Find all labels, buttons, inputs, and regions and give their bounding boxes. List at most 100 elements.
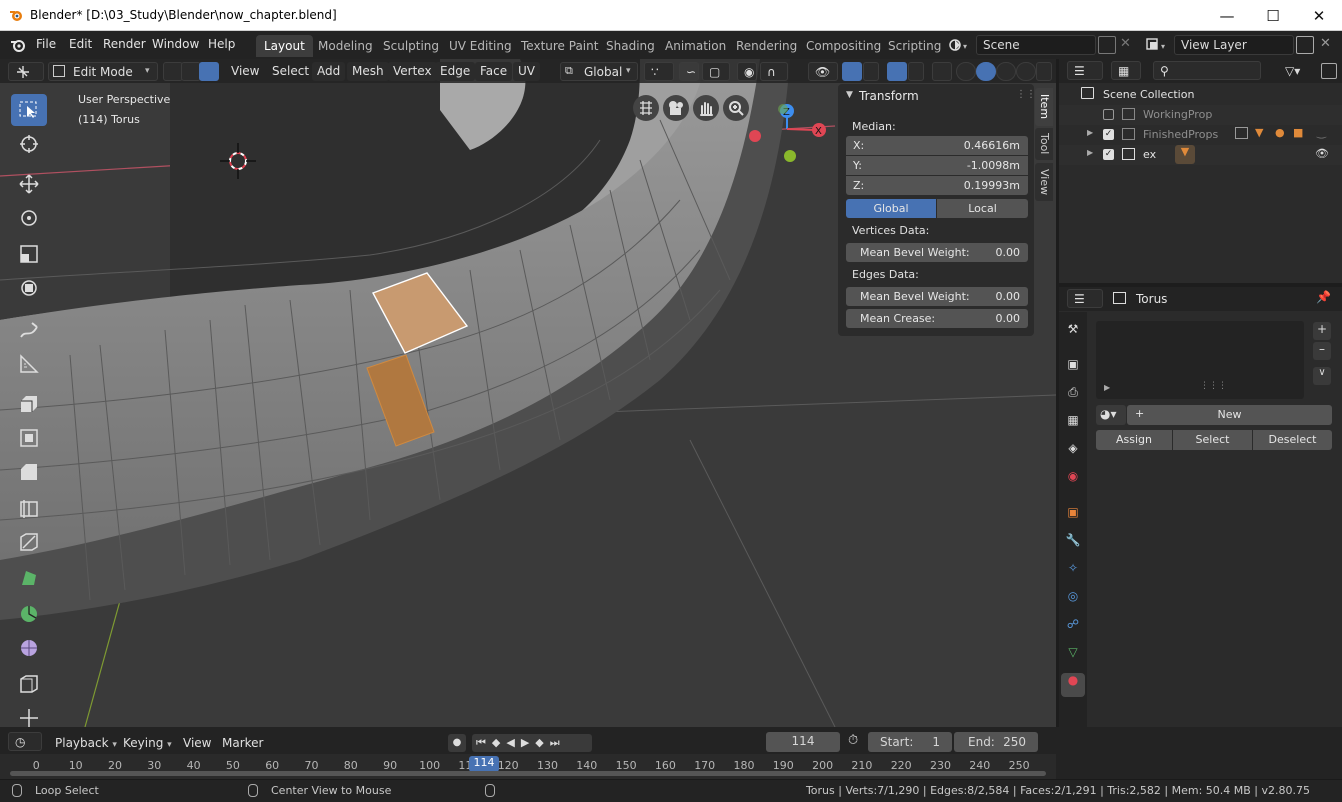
menu-timeline-view[interactable]: View [178, 734, 216, 753]
mean-crease-field[interactable]: Mean Crease: 0.00 [846, 309, 1028, 328]
end-frame-field[interactable]: End: 250 [954, 732, 1038, 752]
scene-tab-icon[interactable]: ◈ [1061, 441, 1085, 465]
outliner-row-ex[interactable]: ▶ ✓ ex ▼ 👁 [1059, 145, 1342, 165]
menu-marker[interactable]: Marker [217, 734, 268, 753]
snap-toggle-icon[interactable]: ∽ [679, 62, 699, 81]
particles-tab-icon[interactable]: ✧ [1061, 561, 1085, 585]
blender-menu-icon[interactable] [10, 38, 26, 52]
tab-modeling[interactable]: Modeling [310, 35, 381, 57]
scene-field[interactable]: Scene [976, 35, 1096, 55]
add-slot-button[interactable]: + [1313, 322, 1331, 340]
rendered-shading-icon[interactable] [1016, 62, 1036, 81]
menu-file[interactable]: File [36, 37, 56, 51]
loop-cut-tool[interactable] [11, 492, 47, 524]
expand-arrow-icon[interactable]: ▶ [1087, 148, 1093, 157]
world-tab-icon[interactable]: ◉ [1061, 469, 1085, 493]
menu-vertex[interactable]: Vertex [388, 62, 437, 81]
minimize-button[interactable]: — [1204, 0, 1250, 31]
timeline-editor-type-icon[interactable]: ◷ [8, 732, 42, 751]
measure-tool[interactable] [11, 348, 47, 380]
include-checkbox[interactable]: ✓ [1103, 149, 1114, 160]
deselect-button[interactable]: Deselect [1253, 430, 1332, 450]
menu-face[interactable]: Face [475, 62, 513, 81]
scale-tool[interactable] [11, 238, 47, 270]
edge-slide-tool[interactable] [11, 668, 47, 700]
menu-render[interactable]: Render [103, 37, 146, 51]
expand-arrow-icon[interactable]: ▶ [1087, 128, 1093, 137]
rotate-tool[interactable] [11, 202, 47, 234]
inset-tool[interactable] [11, 422, 47, 454]
physics-tab-icon[interactable]: ◎ [1061, 589, 1085, 613]
tab-texture-paint[interactable]: Texture Paint [513, 35, 606, 57]
y-field[interactable]: Y: -1.0098m [846, 156, 1028, 175]
knife-tool[interactable] [11, 526, 47, 558]
tab-item[interactable]: Item [1035, 88, 1053, 126]
tab-rendering[interactable]: Rendering [728, 35, 805, 57]
playback-controls[interactable]: ⏮◆◀▶◆⏭ [472, 734, 592, 752]
visibility-icon[interactable]: 👁 [808, 62, 838, 81]
menu-playback[interactable]: Playback ▾ [50, 734, 122, 753]
menu-add[interactable]: Add [312, 62, 346, 81]
record-icon[interactable]: ● [448, 734, 466, 752]
pin-icon[interactable]: 📌 [1316, 290, 1331, 304]
edge-bevel-weight-field[interactable]: Mean Bevel Weight: 0.00 [846, 287, 1028, 306]
material-shading-icon[interactable] [996, 62, 1016, 81]
orientation-selector[interactable]: ⧉ Global ▾ [560, 62, 638, 81]
properties-editor-type-icon[interactable]: ☰ [1067, 289, 1103, 308]
menu-window[interactable]: Window [152, 37, 199, 51]
face-select-icon[interactable] [199, 62, 219, 81]
solid-shading-icon[interactable] [976, 62, 996, 81]
axis-gizmo[interactable]: Z X [745, 99, 830, 169]
menu-mesh[interactable]: Mesh [347, 62, 389, 81]
editor-type-selector[interactable] [8, 62, 44, 81]
global-toggle[interactable]: Global [846, 199, 936, 218]
cursor-tool[interactable] [11, 128, 47, 160]
mesh-data-tab-icon[interactable]: ▽ [1061, 645, 1085, 669]
tab-uv-editing[interactable]: UV Editing [441, 35, 520, 57]
shrink-fatten-tool[interactable] [11, 702, 47, 727]
pan-view-icon[interactable] [693, 95, 719, 121]
tab-sculpting[interactable]: Sculpting [375, 35, 447, 57]
poly-build-tool[interactable] [11, 562, 47, 594]
tab-animation[interactable]: Animation [657, 35, 734, 57]
tab-compositing[interactable]: Compositing [798, 35, 889, 57]
smooth-tool[interactable] [11, 632, 47, 664]
spin-tool[interactable] [11, 598, 47, 630]
camera-view-icon[interactable] [663, 95, 689, 121]
transform-tool[interactable] [11, 272, 47, 304]
move-tool[interactable] [11, 168, 47, 200]
playhead[interactable]: 114 [469, 756, 499, 772]
display-mode-icon[interactable]: ▦ [1111, 61, 1141, 80]
toggle-camera-grid-icon[interactable] [633, 95, 659, 121]
gizmo-toggle-icon[interactable] [842, 62, 862, 81]
close-button[interactable]: ✕ [1296, 0, 1342, 31]
menu-view[interactable]: View [226, 62, 264, 81]
vertex-select-icon[interactable] [163, 62, 183, 81]
collapse-arrow-icon[interactable]: ▼ [846, 90, 853, 100]
start-frame-field[interactable]: Start: 1 [868, 732, 952, 752]
new-material-button[interactable]: + New [1127, 405, 1332, 425]
drag-handle-icon[interactable]: ⋮⋮ [1016, 89, 1036, 100]
modifier-tab-icon[interactable]: 🔧 [1061, 533, 1085, 557]
xray-toggle-icon[interactable] [932, 62, 952, 81]
remove-slot-button[interactable]: – [1313, 342, 1331, 360]
z-field[interactable]: Z: 0.19993m [846, 176, 1028, 195]
remove-scene-icon[interactable]: ✕ [1120, 36, 1131, 51]
resize-handle-icon[interactable]: ⋮⋮⋮ [1200, 381, 1227, 391]
wireframe-shading-icon[interactable] [956, 62, 976, 81]
maximize-button[interactable]: ☐ [1250, 0, 1296, 31]
tab-layout[interactable]: Layout [256, 35, 313, 57]
menu-help[interactable]: Help [208, 37, 235, 51]
outliner-row-finishedprops[interactable]: ▶ ✓ FinishedProps ▼ ● ■ ‿ [1059, 125, 1342, 145]
snap-target-icon[interactable]: ▢ [702, 62, 730, 81]
filter-icon[interactable]: ▽▾ [1285, 64, 1300, 78]
outliner-search-input[interactable]: ⚲ [1153, 61, 1261, 80]
hidden-eye-icon[interactable]: ‿ [1317, 126, 1326, 139]
eye-icon[interactable]: 👁 [1315, 147, 1329, 160]
edge-select-icon[interactable] [181, 62, 201, 81]
browse-material-icon[interactable]: ◕▾ [1096, 405, 1126, 425]
x-field[interactable]: X: 0.46616m [846, 136, 1028, 155]
material-slot-list[interactable]: ▶ ⋮⋮⋮ [1096, 321, 1304, 399]
shading-dropdown-icon[interactable] [1036, 62, 1052, 81]
menu-select[interactable]: Select [267, 62, 314, 81]
